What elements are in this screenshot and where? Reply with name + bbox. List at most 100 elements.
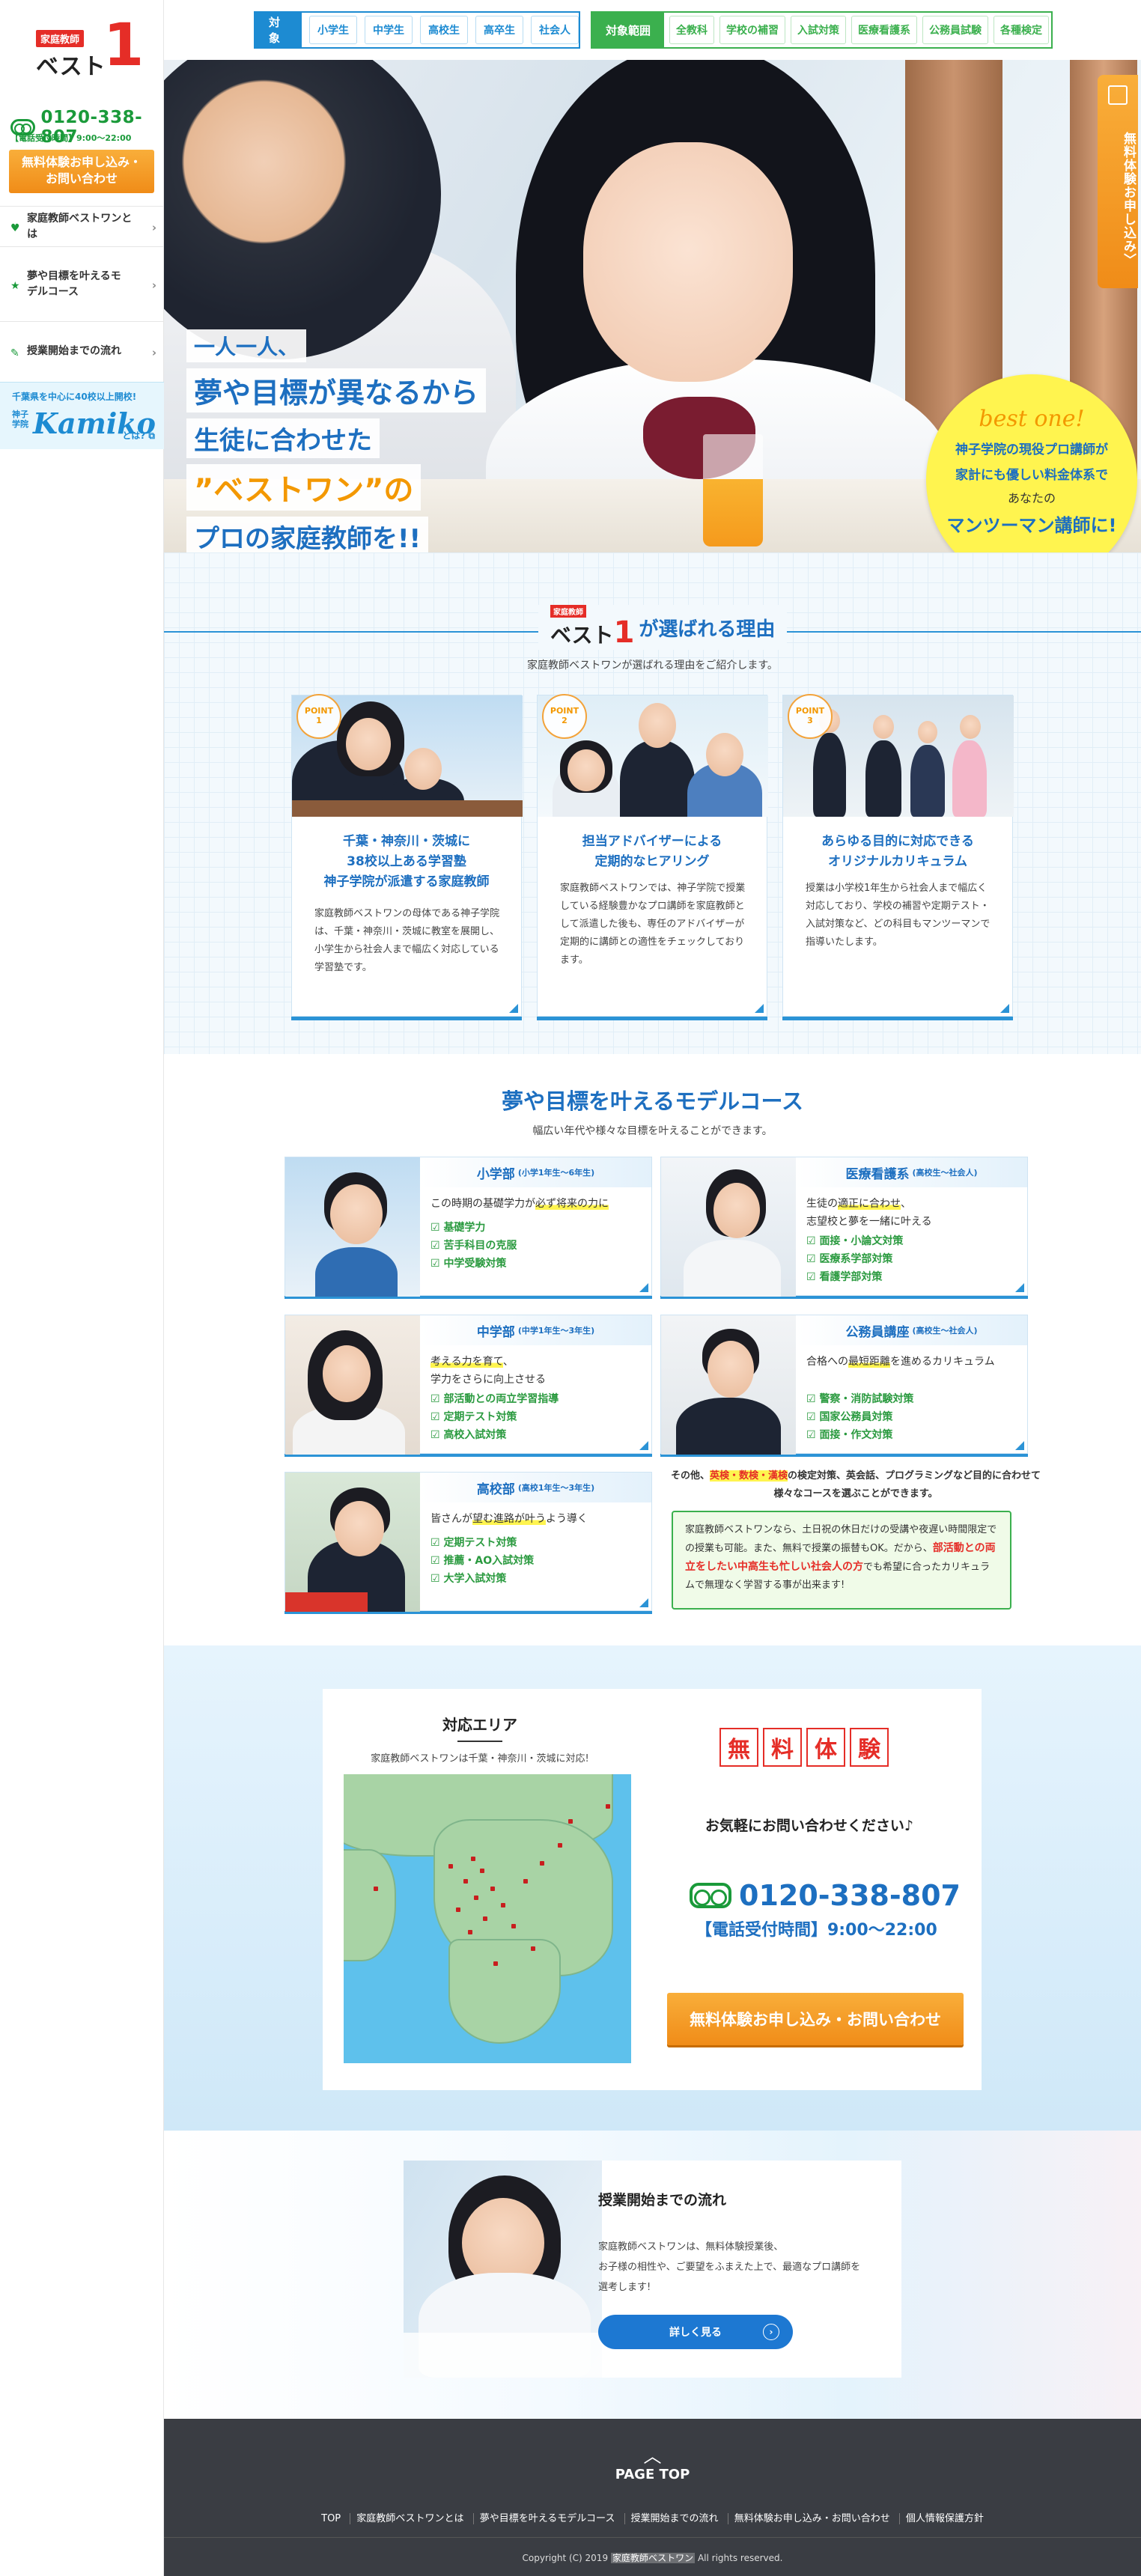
page-top-link[interactable]: PAGE TOP [164, 2467, 1141, 2482]
course-list: 警察・消防試験対策 国家公務員対策 面接・作文対策 [806, 1390, 913, 1444]
chevron-right-icon: › [151, 278, 156, 292]
reason-card-1[interactable]: POINT 1 千葉・神奈川・茨城に 38校以上ある学習塾 神子学院が派遣する家… [291, 694, 523, 1017]
footer-link-contact[interactable]: 無料体験お申し込み・お問い合わせ [727, 2513, 896, 2524]
school-marker [493, 1961, 498, 1966]
course-card-high-school[interactable]: 高校部(高校1年生〜3年生) 皆さんが望む進路が叶うよう導く 定期テスト対策 推… [285, 1472, 652, 1612]
reasons-title-text: が選ばれる理由 [639, 618, 776, 641]
footer-link-about[interactable]: 家庭教師ベストワンとは [350, 2513, 470, 2524]
contact-prompt: お気軽にお問い合わせください♪ [705, 1818, 914, 1834]
course-photo [661, 1157, 796, 1297]
pin-icon: ★ [10, 279, 20, 292]
photo-figure [865, 740, 901, 817]
filter-option[interactable]: 社会人 [531, 16, 579, 44]
photo-figure [813, 733, 846, 817]
course-card-medical[interactable]: 医療看護系(高校生〜社会人) 生徒の適正に合わせ、 志望校と夢を一緒に叶える 面… [660, 1157, 1028, 1297]
corner-arrow-icon [1015, 1283, 1024, 1292]
chevron-right-icon: › [151, 220, 156, 234]
filter-option[interactable]: 小学生 [309, 16, 357, 44]
filter-option[interactable]: 中学生 [365, 16, 413, 44]
flow-card: 授業開始までの流れ 家庭教師ベストワンは、無料体験授業後、 お子様の相性や、ご要… [404, 2161, 901, 2378]
area-section: 対応エリア 家庭教師ベストワンは千葉・神奈川・茨城に対応! 無 料 体 験 お気… [164, 1645, 1141, 2131]
course-card-junior-high[interactable]: 中学部(中学1年生〜3年生) 考える力を育て、 学力をさらに向上させる 部活動と… [285, 1315, 652, 1455]
floating-cta-tab[interactable]: 無料体験お申し込み〉 [1098, 75, 1138, 288]
photo-figure [346, 718, 391, 770]
course-photo [285, 1315, 420, 1455]
footer-link-top[interactable]: TOP [315, 2513, 347, 2524]
sidebar-cta-button[interactable]: 無料体験お申し込み・ お問い合わせ [9, 150, 154, 193]
course-photo [285, 1157, 420, 1297]
course-list: 基礎学力 苦手科目の克服 中学受験対策 [430, 1219, 517, 1273]
badge-script: best one! [979, 406, 1085, 432]
course-list-item: 大学入試対策 [430, 1570, 534, 1588]
map-land [448, 1939, 561, 2044]
course-list-item: 定期テスト対策 [430, 1408, 559, 1426]
course-name: 医療看護系 [845, 1166, 910, 1182]
school-marker [468, 1930, 472, 1934]
filter-option[interactable]: 全教科 [669, 16, 715, 44]
filter-option[interactable]: 入試対策 [791, 16, 847, 44]
course-list-item: 面接・小論文対策 [806, 1232, 903, 1250]
arrow-right-icon: › [763, 2324, 779, 2340]
free-trial-button[interactable]: 無料体験お申し込み・お問い合わせ [667, 1993, 964, 2045]
filter-option[interactable]: 医療看護系 [851, 16, 918, 44]
hero-copy-line: 夢や目標が異なるから [186, 368, 487, 412]
filter-option[interactable]: 公務員試験 [922, 16, 989, 44]
course-list-item: 面接・作文対策 [806, 1426, 913, 1444]
course-desc-highlight: 適正に合わせ [838, 1198, 901, 1210]
area-card: 対応エリア 家庭教師ベストワンは千葉・神奈川・茨城に対応! 無 料 体 験 お気… [323, 1689, 982, 2090]
filter-option[interactable]: 各種検定 [994, 16, 1050, 44]
course-range: (高校生〜社会人) [912, 1168, 978, 1178]
footer-link-flow[interactable]: 授業開始までの流れ [624, 2513, 725, 2524]
course-header: 高校部 (高校1年生〜3年生) [420, 1473, 651, 1502]
course-card-elementary[interactable]: 小学部(小学1年生〜6年生) この時期の基礎学力が必ず将来の力に 基礎学力 苦手… [285, 1157, 652, 1297]
filter-option[interactable]: 学校の補習 [719, 16, 786, 44]
course-desc: 合格への最短距離を進めるカリキュラム [806, 1353, 1017, 1371]
sidebar-item-courses[interactable]: ★ 夢や目標を叶えるモ デルコース › [0, 246, 164, 321]
school-marker [456, 1907, 460, 1912]
photo-figure [568, 749, 605, 791]
course-desc-text: この時期の基礎学力が [430, 1198, 535, 1210]
hero-copy-line: 生徒に合わせた [186, 418, 380, 458]
course-header: 公務員講座 (高校生〜社会人) [796, 1315, 1027, 1345]
sidebar-cta-line2: お問い合わせ [45, 171, 118, 186]
logo-tag: 家庭教師 [36, 30, 85, 47]
reason-card-2[interactable]: POINT 2 担当アドバイザーによる 定期的なヒアリング 家庭教師ベストワンで… [537, 694, 768, 1017]
flow-detail-label: 詳しく見る [669, 2327, 722, 2339]
footer-nav: TOP 家庭教師ベストワンとは 夢や目標を叶えるモデルコース 授業開始までの流れ… [164, 2510, 1141, 2524]
photo-figure [684, 1240, 781, 1297]
footer-link-courses[interactable]: 夢や目標を叶えるモデルコース [472, 2513, 621, 2524]
course-list-item: 推薦・AO入試対策 [430, 1552, 534, 1570]
sidebar-item-about[interactable]: ♥ 家庭教師ベストワンとは › [0, 206, 164, 246]
corner-arrow-icon [639, 1441, 648, 1450]
hero-copy-line: 一人一人、 [186, 329, 307, 362]
scope-filter: 対象範囲 全教科 学校の補習 入試対策 医療看護系 公務員試験 各種検定 [591, 11, 1053, 49]
photo-figure [620, 740, 695, 817]
hero-catchcopy: 一人一人、 夢や目標が異なるから 生徒に合わせた ”ベストワン”の プロの家庭教… [186, 329, 487, 552]
contact-hours: 【電話受付時間】9:00〜22:00 [696, 1921, 937, 1940]
courses-note: その他、英検・数検・漢検の検定対策、英会話、プログラミングなど目的に合わせて様々… [670, 1467, 1041, 1503]
course-card-civil-service[interactable]: 公務員講座(高校生〜社会人) 合格への最短距離を進めるカリキュラム 警察・消防試… [660, 1315, 1028, 1455]
kamiko-prefix: 神子学院 [12, 409, 28, 429]
flow-detail-button[interactable]: 詳しく見る › [598, 2315, 793, 2349]
sidebar-item-flow[interactable]: ✎ 授業開始までの流れ › [0, 321, 164, 381]
school-marker [606, 1804, 610, 1809]
reason-card-3[interactable]: POINT 3 あらゆる目的に対応できる オリジナルカリキュラム 授業は小学校1… [782, 694, 1014, 1017]
photo-figure [330, 1184, 383, 1244]
chevron-up-icon[interactable]: ︿ [164, 2441, 1141, 2467]
pin-icon: ♥ [10, 222, 20, 234]
reason-card-text: 授業は小学校1年生から社会人まで幅広く対応しており、学校の補習や定期テスト・入試… [806, 883, 991, 948]
filter-option[interactable]: 高卒生 [475, 16, 523, 44]
point-badge: POINT 1 [296, 694, 341, 739]
sidebar-item-label: 夢や目標を叶えるモ デルコース [27, 270, 121, 298]
area-subtitle: 家庭教師ベストワンは千葉・神奈川・茨城に対応! [371, 1753, 589, 1764]
course-desc-text: 合格への [806, 1356, 848, 1368]
site-logo[interactable]: 家庭教師 ベスト 1 [36, 16, 144, 80]
contact-phone[interactable]: 0120-338-807 [690, 1879, 961, 1912]
copyright-brand: 家庭教師ベストワン [610, 2553, 696, 2563]
filter-option[interactable]: 高校生 [420, 16, 468, 44]
kamiko-banner[interactable]: 千葉県を中心に40校以上開校! 神子学院 Kamiko とは? ⧉ [0, 382, 164, 449]
area-title: 対応エリア [338, 1713, 622, 1742]
sidebar-phone-hours: 【電話受付時間】9:00〜22:00 [10, 133, 132, 143]
footer-link-privacy[interactable]: 個人情報保護方針 [898, 2513, 990, 2524]
sidebar-item-label: 家庭教師ベストワンとは [27, 212, 133, 240]
